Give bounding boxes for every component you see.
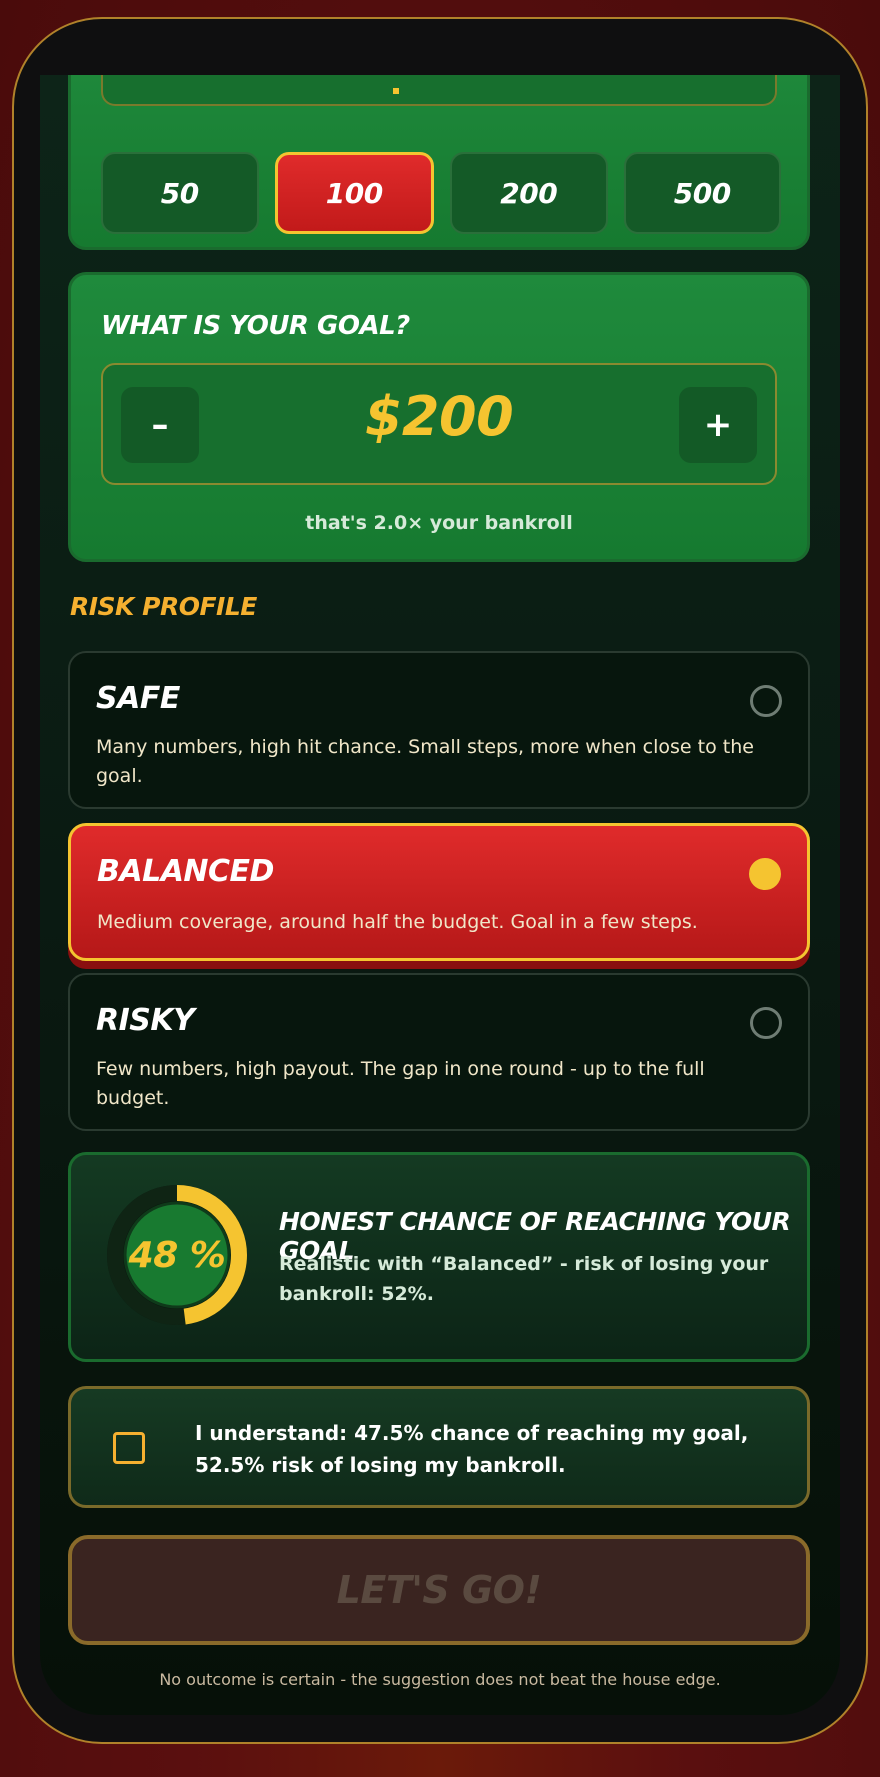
risk-option-title: SAFE [96,681,180,716]
screen: 50 100 200 500 WHAT IS YOUR GOAL? – $200… [40,75,840,1715]
chip-200[interactable]: 200 [450,152,608,234]
risk-option-desc: Medium coverage, around half the budget.… [97,911,698,933]
risk-option-title: RISKY [96,1003,195,1038]
radio-selected-icon[interactable] [749,858,781,890]
chance-card: 48 % HONEST CHANCE OF REACHING YOUR GOAL… [68,1152,810,1362]
goal-increase-button[interactable]: + [679,387,757,463]
chance-description: Realistic with “Balanced” - risk of losi… [279,1253,769,1305]
goal-ratio-text: that's 2.0× your bankroll [305,512,573,534]
risk-profile-heading: RISK PROFILE [70,592,257,621]
risk-option-risky[interactable]: RISKY Few numbers, high payout. The gap … [68,973,810,1131]
risk-option-desc: Many numbers, high hit chance. Small ste… [96,736,754,787]
chip-50[interactable]: 50 [101,152,259,234]
risk-option-safe[interactable]: SAFE Many numbers, high hit chance. Smal… [68,651,810,809]
acknowledge-checkbox[interactable] [113,1432,145,1464]
acknowledge-card[interactable]: I understand: 47.5% chance of reaching m… [68,1386,810,1508]
goal-value: $200 [364,385,514,448]
chip-500[interactable]: 500 [623,152,781,234]
lets-go-button[interactable]: LET'S GO! [68,1535,810,1645]
radio-icon[interactable] [750,1007,782,1039]
chance-percent: 48 % [128,1234,226,1276]
bankroll-display [101,75,777,106]
radio-icon[interactable] [750,685,782,717]
risk-option-title: BALANCED [97,854,274,889]
disclaimer-text: No outcome is certain - the suggestion d… [159,1670,721,1689]
goal-stepper: – $200 + [101,363,777,485]
goal-card: WHAT IS YOUR GOAL? – $200 + that's 2.0× … [68,272,810,562]
risk-option-desc: Few numbers, high payout. The gap in one… [96,1058,705,1109]
risk-option-balanced[interactable]: BALANCED Medium coverage, around half th… [68,823,810,961]
chip-100[interactable]: 100 [274,152,434,234]
goal-decrease-button[interactable]: – [121,387,199,463]
bankroll-chip-row: 50 100 200 500 [101,152,781,234]
acknowledge-text: I understand: 47.5% chance of reaching m… [195,1421,749,1477]
goal-title: WHAT IS YOUR GOAL? [101,311,410,341]
bankroll-value-fragment [393,88,399,94]
bankroll-card: 50 100 200 500 [68,75,810,250]
